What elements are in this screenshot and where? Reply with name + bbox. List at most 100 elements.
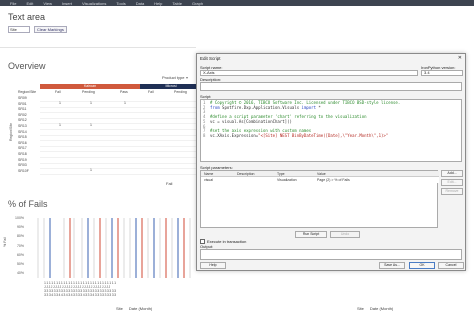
menu-item-table[interactable]: Table	[172, 1, 182, 6]
params-table: Name Description Type Value visual Visua…	[200, 170, 439, 228]
script-editor[interactable]: 1 # Copyright © 2016, TIBCO Software Inc.…	[200, 99, 462, 162]
add-param-button[interactable]: Add...	[441, 170, 463, 177]
chevron-down-icon[interactable]: ▾	[186, 75, 188, 80]
y-tick-label: 70%	[16, 243, 24, 248]
cell-value[interactable]: 1	[59, 123, 61, 127]
gridline	[40, 101, 196, 102]
menu-item-file[interactable]: File	[10, 1, 16, 6]
y-tick-label: 50%	[16, 262, 24, 267]
row-label[interactable]: SR10F	[18, 169, 29, 175]
menu-item-insert[interactable]: Insert	[62, 1, 72, 6]
fail-axis-label: Fail	[166, 181, 173, 186]
text-area-title: Text area	[8, 12, 46, 22]
gridline	[40, 140, 196, 142]
menu-item-data[interactable]: Data	[136, 1, 144, 6]
gridline	[40, 117, 196, 119]
run-script-button[interactable]: Run Script	[295, 231, 327, 238]
x-axis-title: Site Date (Month)	[116, 306, 152, 311]
overview-title: Overview	[8, 61, 46, 71]
pct-fails-title: % of Fails	[8, 199, 48, 209]
col-header: Pass	[120, 90, 128, 94]
gridline	[40, 112, 196, 114]
y-tick-label: 90%	[16, 225, 24, 230]
script-line: 8 vc.XAxis.Expression="<[Site] NEST BinBy…	[203, 132, 459, 139]
pct-fails-y-ticks: 100% 90% 80% 70% 60% 50% 40%	[10, 214, 24, 278]
gridline	[40, 134, 196, 136]
site-select[interactable]: Site	[8, 26, 30, 33]
x-axis-title-site[interactable]: Site	[357, 306, 364, 311]
text-area-controls: Site Clear Markings	[8, 26, 67, 33]
x-axis-title-date[interactable]: Date (Month)	[370, 306, 393, 311]
menu-item-view[interactable]: View	[43, 1, 52, 6]
script-token: from	[210, 104, 223, 110]
cell-value[interactable]: 1	[124, 101, 126, 105]
gridline	[40, 173, 196, 175]
edit-script-dialog: Edit Script ✕ Script name: X-Axis IronPy…	[196, 53, 466, 271]
row-labels: SR09 SR01 SR11 SR02 SR12 SR13 SR14 SR15 SR16 SR17…	[18, 96, 29, 174]
y-tick-label: 80%	[16, 234, 24, 239]
close-icon[interactable]: ✕	[458, 55, 462, 61]
clear-markings-button[interactable]: Clear Markings	[34, 26, 67, 33]
col-header: Fail	[148, 90, 154, 94]
script-token: import	[301, 104, 319, 110]
y-tick-label: 100%	[15, 216, 24, 220]
param-name: visual	[204, 178, 213, 182]
y-tick-label: 60%	[16, 252, 24, 257]
help-button[interactable]: Help	[200, 262, 226, 269]
gridline	[40, 106, 196, 108]
gridline	[40, 129, 196, 130]
gridline	[40, 145, 196, 147]
cell-value[interactable]: 1	[90, 123, 92, 127]
y-tick-label: 40%	[16, 271, 24, 276]
cancel-button[interactable]: Cancel	[438, 262, 464, 269]
product-type-label[interactable]: Product type	[162, 75, 184, 80]
x-axis-row: 3 3 3 4 3 3 4 4 3 4 3 4 3 3 3 3 4 3 3 3 …	[44, 293, 117, 297]
gridline	[40, 123, 196, 125]
description-input[interactable]	[200, 82, 462, 91]
dialog-title: Edit Script	[200, 56, 221, 61]
language-select[interactable]: 3.4	[421, 70, 463, 76]
param-type: Visualization	[277, 178, 297, 182]
menu-bar: File Edit View Insert Visualizations Tools Dat…	[0, 0, 474, 6]
menu-item-graph[interactable]: Graph	[192, 1, 203, 6]
col-header: Region/Site	[18, 90, 37, 94]
param-value: Page (2) > % of Fails	[317, 178, 350, 182]
menu-item-edit[interactable]: Edit	[26, 1, 33, 6]
pct-fails-chart[interactable]	[30, 212, 196, 278]
col-header: Pending	[82, 90, 95, 94]
menu-item-visualizations[interactable]: Visualizations	[82, 1, 106, 6]
gridline	[40, 151, 196, 153]
gridline	[40, 168, 196, 170]
script-token: vc.XAxis.Expression=	[210, 132, 259, 138]
cell-value[interactable]: 1	[59, 101, 61, 105]
script-token: Spotfire.Dxp.Application.Visuals	[222, 104, 302, 110]
gridline	[40, 162, 196, 164]
col-header: Pending	[174, 90, 187, 94]
menu-item-help[interactable]: Help	[154, 1, 162, 6]
header-microsi: Microsi	[140, 84, 196, 89]
save-as-button[interactable]: Save As...	[379, 262, 405, 269]
divider	[0, 47, 196, 48]
output-box	[200, 249, 462, 260]
pct-fails-y-label: % Fail	[2, 237, 7, 247]
x-axis-title-site[interactable]: Site	[116, 306, 123, 311]
col-header: Fail	[55, 90, 61, 94]
cell-value[interactable]: 1	[90, 168, 92, 172]
script-token: vc = visual.As[CombinationChart]()	[210, 118, 292, 124]
line-number: 8	[203, 132, 206, 138]
gridline	[40, 157, 196, 158]
undo-button[interactable]: Undo	[330, 231, 360, 238]
header-kalroan: Kalroan	[40, 84, 140, 89]
params-row[interactable]: visual Visualization Page (2) > % of Fai…	[201, 177, 439, 183]
x-axis-labels: 1 1 1 1 1 1 1 1 1 1 1 1 1 1 1 1 1 1 1 1 …	[44, 281, 116, 297]
ok-button[interactable]: OK	[409, 262, 435, 269]
menu-item-tools[interactable]: Tools	[116, 1, 125, 6]
x-axis-title-right: Site Date (Month)	[357, 306, 393, 311]
cell-value[interactable]: 1	[90, 101, 92, 105]
script-name-input[interactable]: X-Axis	[200, 70, 418, 76]
remove-param-button[interactable]: Remove	[441, 188, 463, 195]
script-token: "<[Site] NEST BinByDateTime([Date],\"Yea…	[258, 132, 389, 138]
x-axis-title-date[interactable]: Date (Month)	[129, 306, 152, 311]
script-token: *	[318, 104, 321, 110]
edit-param-button[interactable]: Edit...	[441, 179, 463, 186]
